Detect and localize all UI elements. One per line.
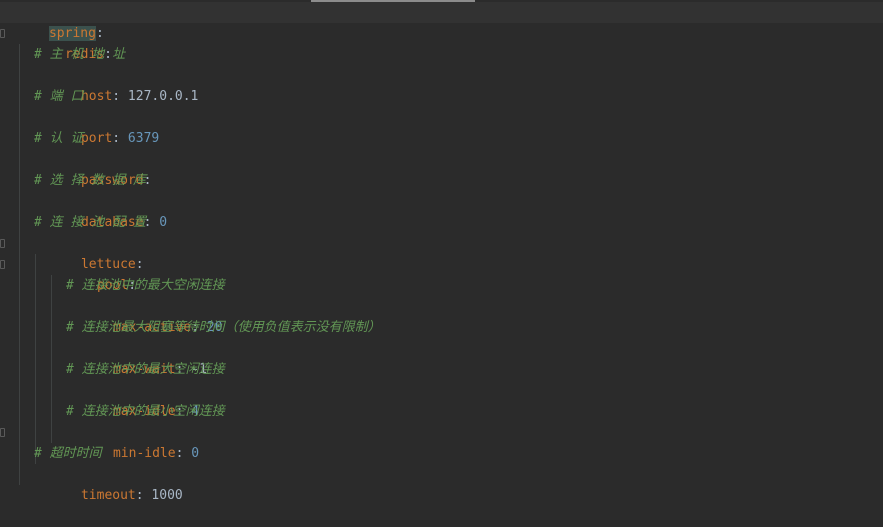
code-editor[interactable]: spring: redis: # 主 机 地 址 host: 127.0.0.1…: [0, 0, 883, 503]
code-line[interactable]: # 连接池中的最大空闲连接: [0, 359, 883, 380]
code-line[interactable]: # 主 机 地 址: [0, 44, 883, 65]
code-line[interactable]: spring:: [0, 2, 883, 41]
code-line[interactable]: database: 0: [0, 191, 883, 230]
code-line[interactable]: password:: [0, 149, 883, 188]
yaml-comment: # 连接池中的最大空闲连接: [66, 362, 225, 377]
yaml-key: timeout: [80, 488, 136, 503]
code-line[interactable]: max-wait: -1: [0, 338, 883, 377]
yaml-comment: # 主 机 地 址: [34, 47, 126, 62]
code-line[interactable]: # 连接池中的最大空闲连接: [0, 275, 883, 296]
code-line[interactable]: # 连 接 池 配 置: [0, 212, 883, 233]
yaml-comment: # 选 择 数 据 库: [34, 173, 146, 188]
code-line[interactable]: host: 127.0.0.1: [0, 65, 883, 104]
code-line[interactable]: max-active: 20: [0, 296, 883, 335]
code-line[interactable]: # 端 口: [0, 86, 883, 107]
code-line[interactable]: port: 6379: [0, 107, 883, 146]
yaml-comment: # 连接池中的最小空闲连接: [66, 404, 225, 419]
code-line[interactable]: redis:: [0, 23, 883, 62]
yaml-comment: # 连接池最大阻塞等待时间（使用负值表示没有限制）: [66, 320, 381, 335]
code-line[interactable]: min-idle: 0: [0, 422, 883, 461]
yaml-comment: # 认 证: [34, 131, 84, 146]
code-line[interactable]: # 连接池中的最小空闲连接: [0, 401, 883, 422]
code-line[interactable]: # 选 择 数 据 库: [0, 170, 883, 191]
code-line[interactable]: lettuce:: [0, 233, 883, 272]
yaml-comment: # 连 接 池 配 置: [34, 215, 146, 230]
yaml-value: 1000: [143, 488, 183, 503]
code-line[interactable]: pool:: [0, 254, 883, 293]
code-line[interactable]: # 连接池最大阻塞等待时间（使用负值表示没有限制）: [0, 317, 883, 338]
code-line[interactable]: # 认 证: [0, 128, 883, 149]
code-line[interactable]: timeout: 1000: [0, 464, 883, 503]
code-line[interactable]: # 超时时间: [0, 443, 883, 464]
code-line[interactable]: max-idle: 4: [0, 380, 883, 419]
yaml-comment: # 超时时间: [34, 446, 102, 461]
yaml-comment: # 连接池中的最大空闲连接: [66, 278, 225, 293]
yaml-colon: :: [135, 488, 144, 503]
yaml-comment: # 端 口: [34, 89, 84, 104]
